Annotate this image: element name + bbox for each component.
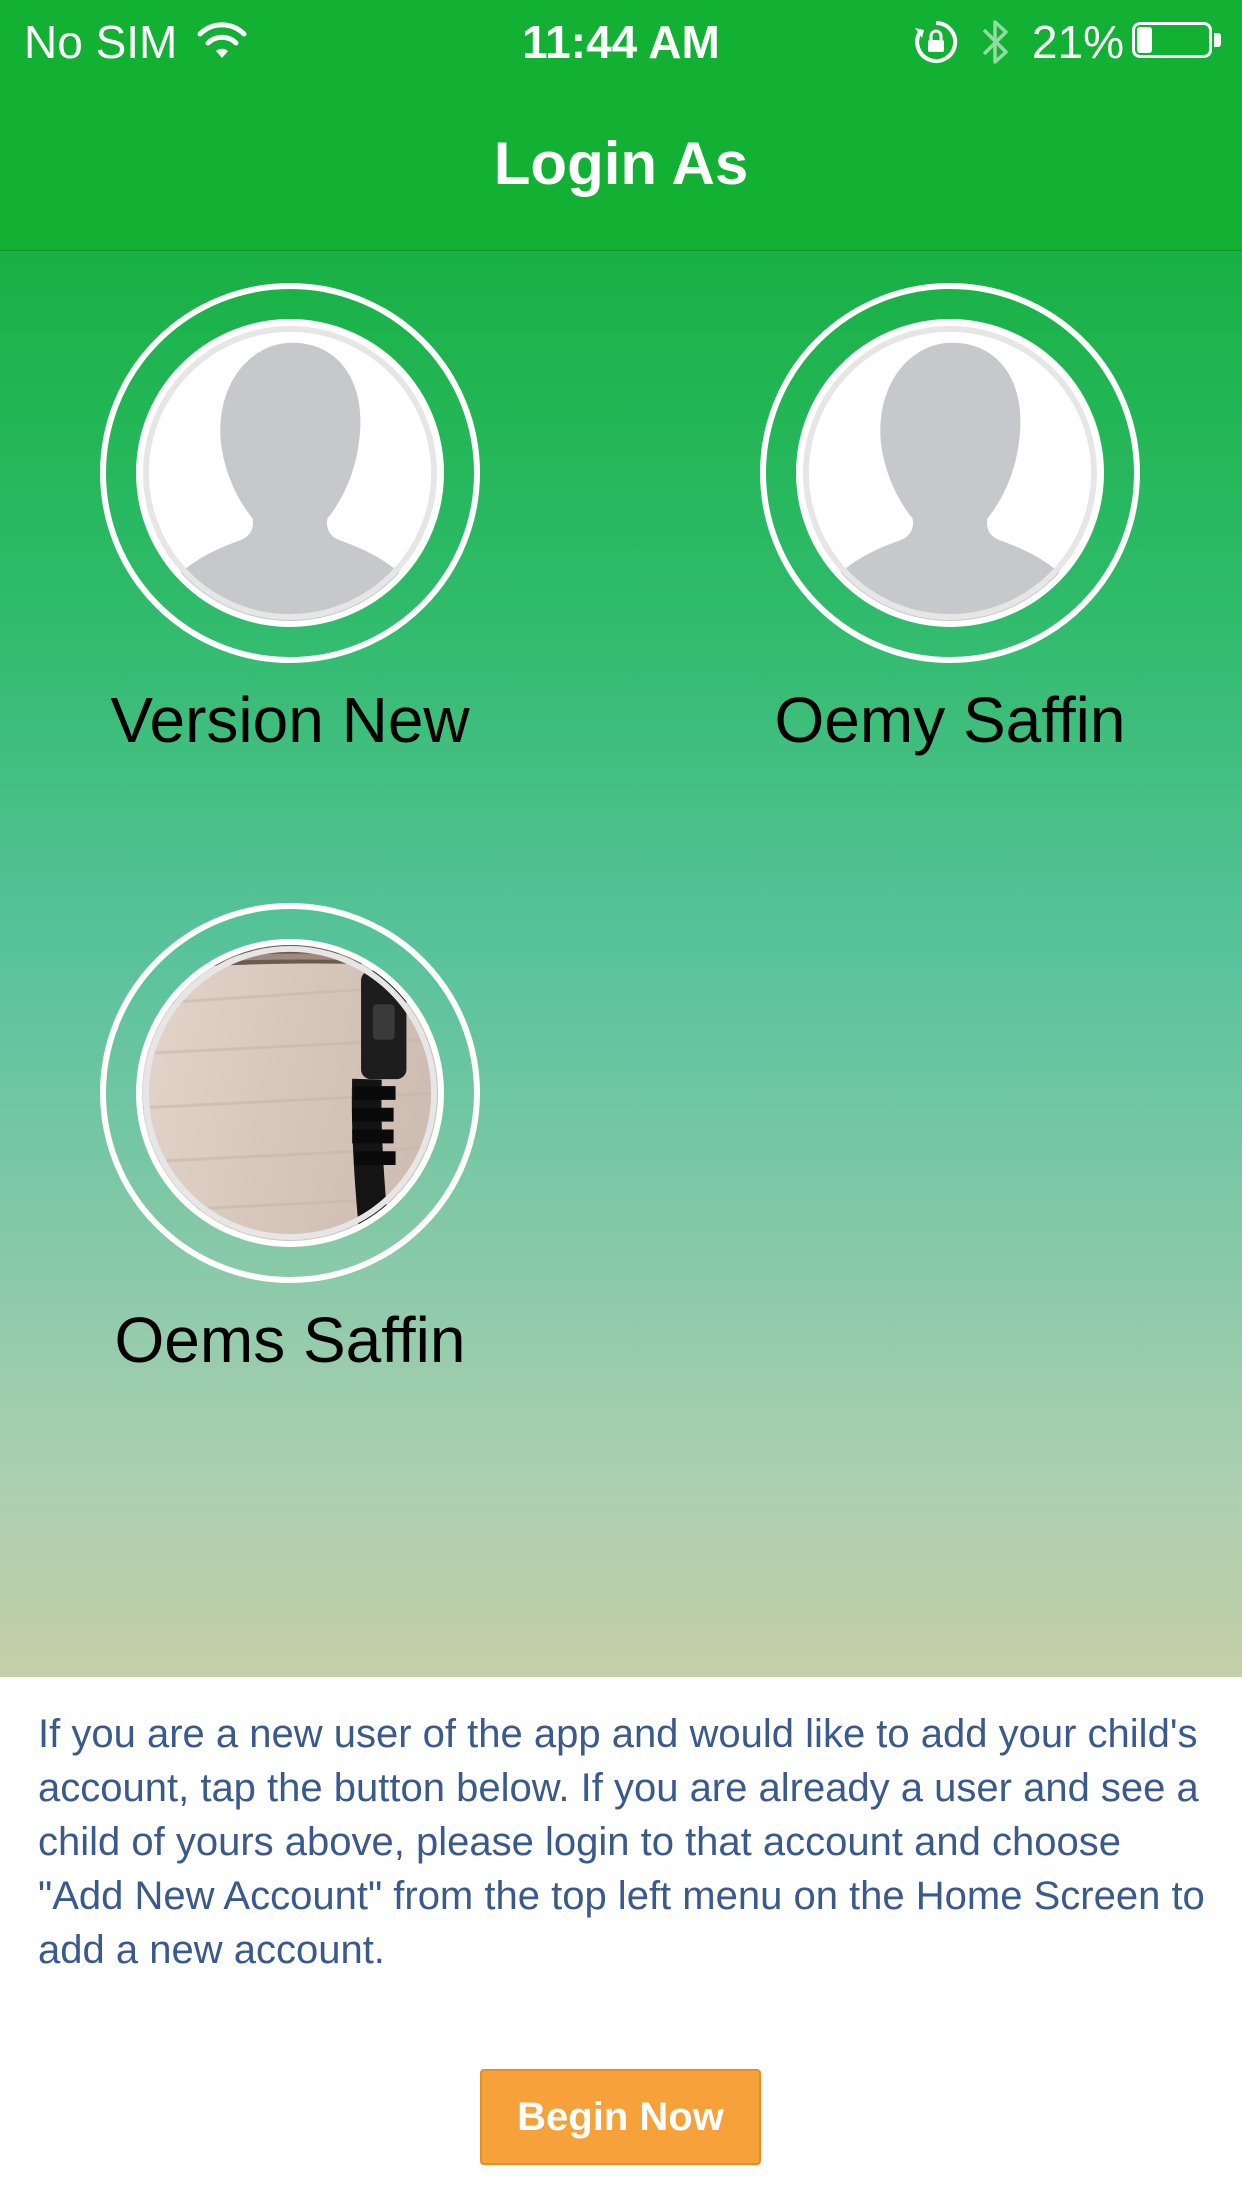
profile-version-new[interactable]: Version New [100,283,480,757]
battery-fill [1137,27,1152,53]
battery-percent: 21% [1031,16,1124,68]
avatar-ring [100,903,480,1283]
info-panel: If you are a new user of the app and wou… [0,1677,1242,2208]
profile-name: Oemy Saffin [774,684,1126,756]
navigation-bar: Login As [0,84,1242,251]
page-title: Login As [493,130,749,197]
login-as-screen: No SIM 11:44 AM 21% Login As Version New… [0,0,1242,2208]
battery-tip [1214,33,1221,47]
avatar-ring [100,283,480,663]
profile-oems-saffin[interactable]: Oems Saffin [100,903,480,1377]
profile-oemy-saffin[interactable]: Oemy Saffin [760,283,1140,757]
placeholder-person-icon [142,325,438,621]
avatar [136,939,444,1247]
avatar-ring [760,283,1140,663]
bluetooth-icon [982,20,1008,64]
avatar-photo [142,945,438,1241]
status-bar: No SIM 11:44 AM 21% [0,0,1242,84]
info-message: If you are a new user of the app and wou… [38,1712,1205,1972]
status-right: 21% [912,14,1224,70]
profile-name: Oems Saffin [114,1304,466,1376]
orientation-lock-icon [914,20,958,63]
battery-icon [1132,22,1224,62]
placeholder-person-icon [802,325,1098,621]
avatar [136,319,444,627]
begin-now-button[interactable]: Begin Now [480,2069,761,2165]
avatar [796,319,1104,627]
profiles-grid: Version New Oemy Saffin Oems Saffin [0,251,1242,1677]
profile-name: Version New [110,684,470,756]
